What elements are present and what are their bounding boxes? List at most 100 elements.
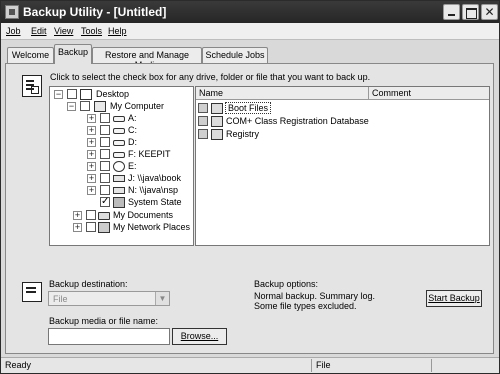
network-drive-icon [113, 187, 125, 194]
expand-icon[interactable]: + [87, 162, 96, 171]
collapse-icon[interactable]: − [54, 90, 63, 99]
close-button[interactable]: ✕ [481, 4, 498, 20]
list-label-com-database: COM+ Class Registration Database [226, 116, 369, 126]
tree-node-drive-j[interactable]: + J: \\java\book [50, 173, 190, 185]
checkbox-drive-d[interactable] [100, 137, 110, 147]
app-icon [5, 5, 19, 19]
menu-job[interactable]: Job [6, 26, 21, 36]
tree-node-drive-e[interactable]: + E: [50, 161, 190, 173]
computer-icon [94, 101, 106, 112]
instructions-text: Click to select the check box for any dr… [50, 72, 371, 82]
media-filename-input[interactable] [48, 328, 170, 345]
checkbox-drive-e[interactable] [100, 161, 110, 171]
destination-value: File [53, 294, 68, 304]
tab-restore-and-manage-media[interactable]: Restore and Manage Media [92, 47, 202, 70]
column-divider[interactable] [368, 87, 369, 100]
list-label-boot-files: Boot Files [224, 102, 272, 114]
column-header-name[interactable]: Name [199, 88, 223, 98]
destination-select[interactable]: File ▼ [48, 291, 170, 306]
column-header-comment[interactable]: Comment [372, 88, 411, 98]
list-row-boot-files[interactable]: Boot Files [198, 102, 488, 115]
tree-label-drive-j: J: \\java\book [128, 173, 182, 183]
checkbox-com-database[interactable] [198, 116, 208, 126]
tree-node-desktop[interactable]: − Desktop [50, 89, 190, 101]
expand-icon[interactable]: + [87, 174, 96, 183]
desktop-icon [80, 89, 92, 100]
status-divider [311, 359, 312, 372]
tree-node-my-network-places[interactable]: + My Network Places [50, 222, 190, 234]
backup-utility-window: Backup Utility - [Untitled] ✕ Job Edit V… [0, 0, 500, 374]
browse-button[interactable]: Browse... [172, 328, 227, 345]
list-label-registry: Registry [226, 129, 260, 139]
file-list[interactable]: Name Comment Boot Files COM+ Class Regis… [195, 86, 490, 246]
tree-label-my-network-places: My Network Places [113, 222, 191, 232]
checkbox-drive-j[interactable] [100, 173, 110, 183]
checkbox-drive-c[interactable] [100, 125, 110, 135]
tree-node-my-computer[interactable]: − My Computer [50, 101, 190, 113]
checkbox-my-computer[interactable] [80, 101, 90, 111]
checkbox-system-state[interactable] [100, 196, 110, 207]
menu-view[interactable]: View [54, 26, 73, 36]
expand-icon[interactable]: + [73, 211, 82, 220]
hard-drive-icon [113, 152, 125, 158]
tree-node-drive-n[interactable]: + N: \\java\nsp [50, 185, 190, 197]
expand-icon[interactable]: + [87, 186, 96, 195]
checkbox-my-documents[interactable] [86, 210, 96, 220]
chevron-down-icon[interactable]: ▼ [155, 292, 169, 305]
minimize-button[interactable] [443, 4, 460, 20]
destination-label: Backup destination: [49, 279, 128, 289]
com-database-icon [211, 116, 223, 127]
list-header: Name Comment [196, 87, 489, 100]
options-line-1: Normal backup. Summary log. [254, 291, 376, 301]
expand-icon[interactable]: + [87, 114, 96, 123]
window-title: Backup Utility - [Untitled] [23, 5, 167, 19]
network-drive-icon [113, 175, 125, 182]
start-backup-button[interactable]: Start Backup [426, 290, 482, 307]
tree-node-my-documents[interactable]: + My Documents [50, 210, 190, 222]
list-row-registry[interactable]: Registry [198, 129, 488, 141]
tab-backup[interactable]: Backup [54, 44, 92, 64]
registry-icon [211, 129, 223, 140]
tree-node-drive-d[interactable]: + D: [50, 137, 190, 149]
checkbox-registry[interactable] [198, 129, 208, 139]
maximize-button[interactable] [462, 4, 479, 20]
tree-node-system-state[interactable]: System State [50, 196, 190, 209]
tab-schedule-jobs[interactable]: Schedule Jobs [202, 47, 268, 63]
menu-tools[interactable]: Tools [81, 26, 102, 36]
checkbox-boot-files[interactable] [198, 103, 208, 113]
tree-label-drive-e: E: [128, 161, 137, 171]
checkbox-desktop[interactable] [67, 89, 77, 99]
system-state-icon [113, 197, 125, 208]
menu-bar: Job Edit View Tools Help [1, 23, 499, 40]
expand-icon[interactable]: + [87, 126, 96, 135]
tab-welcome[interactable]: Welcome [7, 47, 54, 63]
collapse-icon[interactable]: − [67, 102, 76, 111]
checkbox-drive-f[interactable] [100, 149, 110, 159]
tree-node-drive-c[interactable]: + C: [50, 125, 190, 137]
folder-icon [98, 212, 110, 220]
menu-help[interactable]: Help [108, 26, 127, 36]
network-places-icon [98, 222, 110, 233]
checkbox-my-network-places[interactable] [86, 222, 96, 232]
tree-label-my-documents: My Documents [113, 210, 174, 220]
checkbox-drive-n[interactable] [100, 185, 110, 195]
folder-tree[interactable]: − Desktop − My Computer + A: + C: + D: +… [49, 86, 194, 246]
hard-drive-icon [113, 140, 125, 146]
backup-destination-icon [22, 282, 42, 302]
list-row-com-database[interactable]: COM+ Class Registration Database [198, 116, 488, 128]
tree-label-desktop: Desktop [96, 89, 130, 99]
tree-label-drive-n: N: \\java\nsp [128, 185, 179, 195]
checkbox-drive-a[interactable] [100, 113, 110, 123]
tree-node-drive-a[interactable]: + A: [50, 113, 190, 125]
menu-edit[interactable]: Edit [31, 26, 47, 36]
cd-drive-icon [113, 161, 125, 172]
checklist-icon [22, 75, 42, 97]
expand-icon[interactable]: + [87, 150, 96, 159]
expand-icon[interactable]: + [87, 138, 96, 147]
status-divider [431, 359, 432, 372]
floppy-drive-icon [113, 116, 125, 122]
tree-node-drive-f[interactable]: + F: KEEPIT [50, 149, 190, 161]
expand-icon[interactable]: + [73, 223, 82, 232]
boot-files-icon [211, 103, 223, 114]
options-line-2: Some file types excluded. [254, 301, 357, 311]
